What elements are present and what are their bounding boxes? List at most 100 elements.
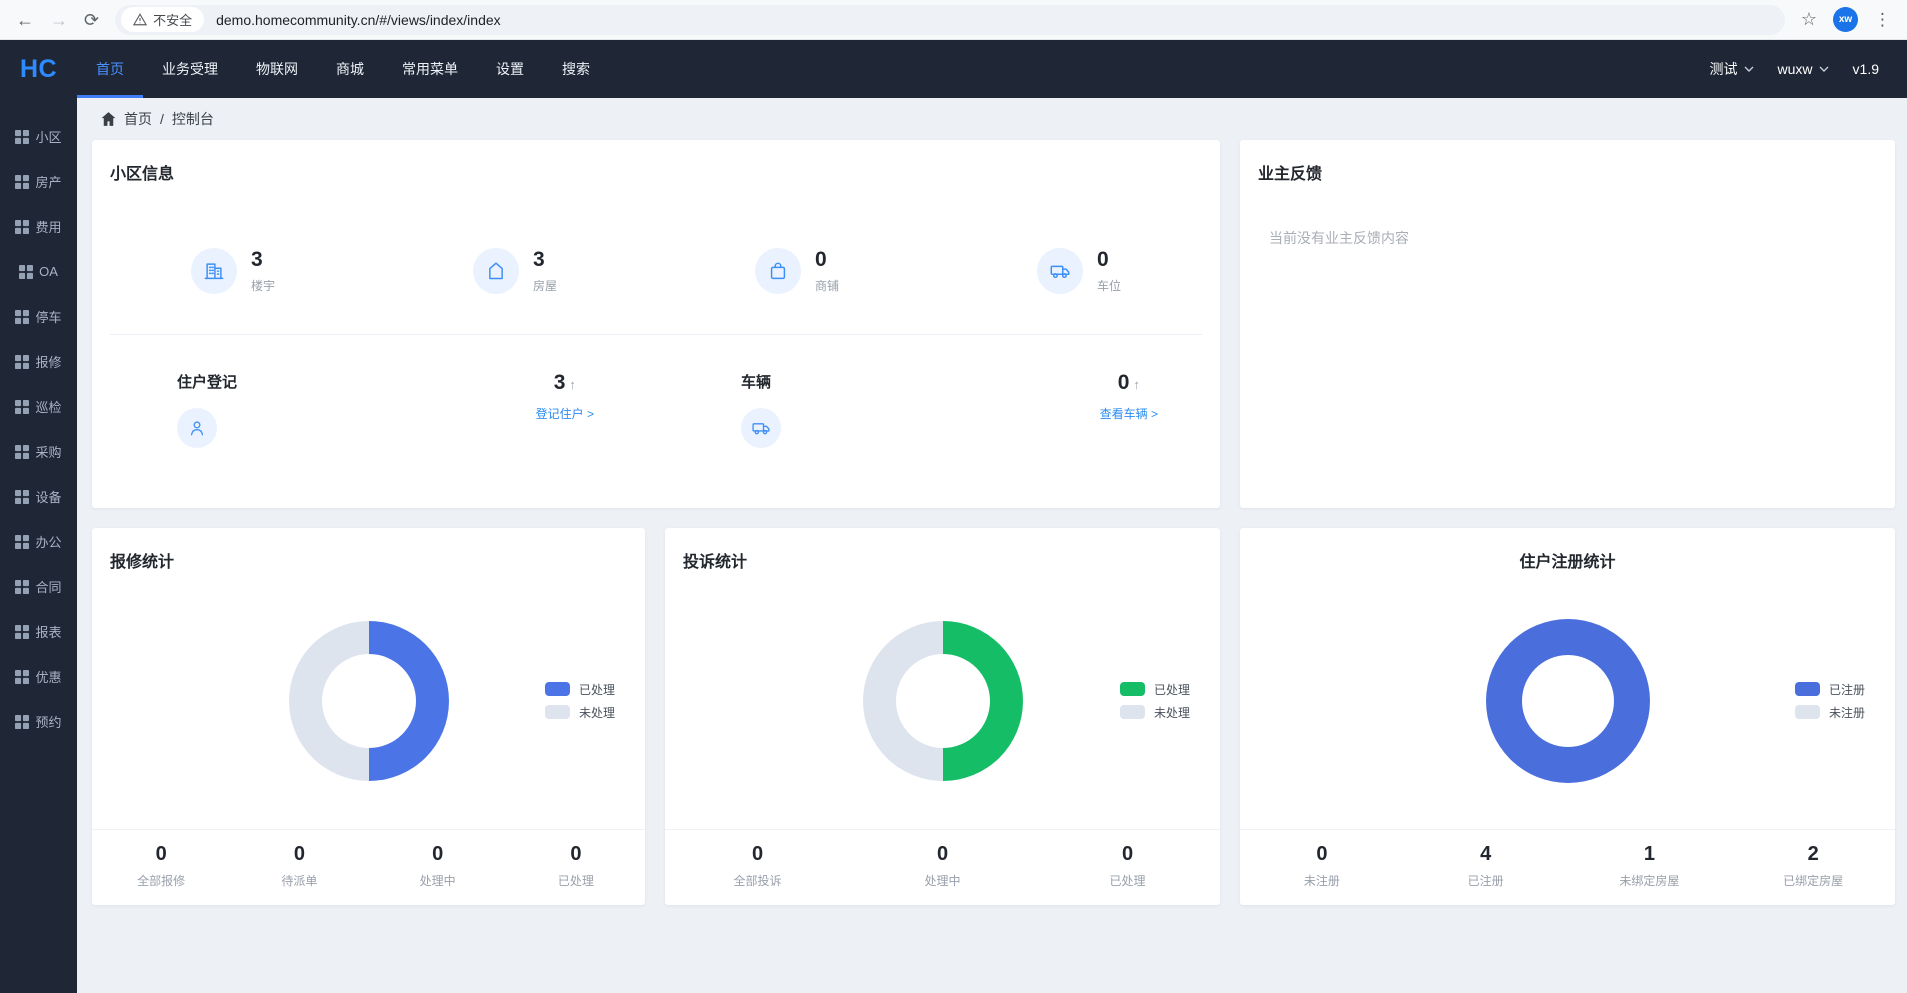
chart-title: 住户注册统计 <box>1240 528 1895 572</box>
card-title: 业主反馈 <box>1240 140 1895 184</box>
stat-value: 3 <box>251 248 275 272</box>
legend-item-processed[interactable]: 已处理 <box>545 681 615 698</box>
panel-title: 住户登记 <box>177 371 237 392</box>
vehicles-panel: 车辆 0↑ 查看车辆 > <box>656 371 1220 448</box>
owner-feedback-card: 业主反馈 当前没有业主反馈内容 <box>1240 140 1895 508</box>
stat-value: 3 <box>533 248 557 272</box>
sidebar-item-reservation[interactable]: 预约 <box>0 699 77 744</box>
sidebar: 小区 房产 费用 OA 停车 报修 巡检 采购 设备 办公 合同 报表 优惠 预… <box>0 98 77 993</box>
grid-icon <box>15 400 29 414</box>
chevron-down-icon <box>1744 66 1754 72</box>
breadcrumb-current: 控制台 <box>172 109 214 129</box>
sidebar-item-discount[interactable]: 优惠 <box>0 654 77 699</box>
stat-unbound-house: 1未绑定房屋 <box>1568 843 1732 889</box>
nav-item-iot[interactable]: 物联网 <box>237 40 317 98</box>
chart-area: 已处理 未处理 <box>665 572 1220 829</box>
env-dropdown[interactable]: 测试 <box>1710 59 1754 79</box>
sidebar-item-parking[interactable]: 停车 <box>0 294 77 339</box>
sidebar-item-office[interactable]: 办公 <box>0 519 77 564</box>
register-donut-chart <box>1486 619 1650 783</box>
stat-houses: 3 房屋 <box>374 248 656 294</box>
community-stats: 3 楼宇 3 房屋 0 商铺 <box>92 248 1220 294</box>
grid-icon <box>15 175 29 189</box>
stat-value: 0 <box>815 248 839 272</box>
legend-item-unprocessed[interactable]: 未处理 <box>1120 704 1190 721</box>
nav-item-search[interactable]: 搜索 <box>543 40 609 98</box>
forward-icon[interactable]: → <box>50 11 68 29</box>
chart-legend: 已处理 未处理 <box>545 675 615 727</box>
grid-icon <box>15 445 29 459</box>
nav-menu: 首页 业务受理 物联网 商城 常用菜单 设置 搜索 <box>77 40 609 98</box>
sidebar-item-contract[interactable]: 合同 <box>0 564 77 609</box>
top-navbar: HC 首页 业务受理 物联网 商城 常用菜单 设置 搜索 测试 wuxw v1.… <box>0 40 1907 98</box>
back-icon[interactable]: ← <box>16 11 34 29</box>
bookmark-star-icon[interactable]: ☆ <box>1801 9 1817 30</box>
divider <box>110 334 1202 335</box>
nav-item-settings[interactable]: 设置 <box>477 40 543 98</box>
legend-swatch <box>1120 705 1145 719</box>
security-chip[interactable]: 不安全 <box>121 7 204 32</box>
sidebar-item-inspection[interactable]: 巡检 <box>0 384 77 429</box>
legend-item-registered[interactable]: 已注册 <box>1795 681 1865 698</box>
grid-icon <box>15 715 29 729</box>
repair-donut-chart <box>289 621 449 781</box>
grid-icon <box>15 355 29 369</box>
feedback-empty-text: 当前没有业主反馈内容 <box>1269 228 1895 248</box>
nav-item-mall[interactable]: 商城 <box>317 40 383 98</box>
legend-swatch <box>1120 682 1145 696</box>
panel-value: 0↑ <box>1100 371 1158 395</box>
sidebar-item-fees[interactable]: 费用 <box>0 204 77 249</box>
app-logo[interactable]: HC <box>0 40 77 98</box>
sidebar-item-community[interactable]: 小区 <box>0 114 77 159</box>
breadcrumb-separator: / <box>160 111 164 127</box>
browser-avatar[interactable]: xw <box>1833 7 1858 32</box>
panel-title: 车辆 <box>741 371 781 392</box>
user-dropdown[interactable]: wuxw <box>1778 61 1829 77</box>
truck-icon <box>751 418 771 438</box>
sidebar-item-purchase[interactable]: 采购 <box>0 429 77 474</box>
nav-item-home[interactable]: 首页 <box>77 40 143 98</box>
stat-parking-spaces: 0 车位 <box>938 248 1220 294</box>
sidebar-item-report[interactable]: 报表 <box>0 609 77 654</box>
breadcrumb-home[interactable]: 首页 <box>124 109 152 129</box>
legend-item-unregistered[interactable]: 未注册 <box>1795 704 1865 721</box>
grid-icon <box>15 535 29 549</box>
address-bar[interactable]: 不安全 demo.homecommunity.cn/#/views/index/… <box>115 5 1785 35</box>
panel-value: 3↑ <box>536 371 594 395</box>
sidebar-item-equipment[interactable]: 设备 <box>0 474 77 519</box>
navbar-right: 测试 wuxw v1.9 <box>1710 40 1907 98</box>
register-residents-link[interactable]: 登记住户 > <box>536 405 594 422</box>
stat-processed: 0已处理 <box>507 843 645 889</box>
nav-item-business[interactable]: 业务受理 <box>143 40 237 98</box>
sidebar-item-property[interactable]: 房产 <box>0 159 77 204</box>
env-label: 测试 <box>1710 59 1738 79</box>
grid-icon <box>19 265 33 279</box>
person-icon <box>187 418 207 438</box>
reload-icon[interactable]: ⟳ <box>84 11 99 29</box>
sidebar-item-repair[interactable]: 报修 <box>0 339 77 384</box>
security-label: 不安全 <box>153 10 192 29</box>
url-text[interactable]: demo.homecommunity.cn/#/views/index/inde… <box>216 12 501 28</box>
stat-buildings: 3 楼宇 <box>92 248 374 294</box>
legend-swatch <box>1795 682 1820 696</box>
stat-total-complaints: 0全部投诉 <box>665 843 850 889</box>
view-vehicles-link[interactable]: 查看车辆 > <box>1100 405 1158 422</box>
legend-item-processed[interactable]: 已处理 <box>1120 681 1190 698</box>
home-icon <box>101 112 116 126</box>
registration-row: 住户登记 3↑ 登记住户 > 车辆 <box>92 371 1220 448</box>
chart-stats-row: 0未注册 4已注册 1未绑定房屋 2已绑定房屋 <box>1240 829 1895 905</box>
chart-legend: 已注册 未注册 <box>1795 675 1865 727</box>
chart-stats-row: 0全部投诉 0处理中 0已处理 <box>665 829 1220 905</box>
chart-area: 已注册 未注册 <box>1240 572 1895 829</box>
stat-label: 楼宇 <box>251 277 275 294</box>
grid-icon <box>15 220 29 234</box>
building-icon <box>203 260 225 282</box>
warning-icon <box>133 13 147 26</box>
main-content: 首页 / 控制台 小区信息 3 楼宇 <box>77 98 1907 993</box>
grid-icon <box>15 490 29 504</box>
stat-bound-house: 2已绑定房屋 <box>1731 843 1895 889</box>
browser-menu-icon[interactable]: ⋮ <box>1874 10 1891 30</box>
legend-item-unprocessed[interactable]: 未处理 <box>545 704 615 721</box>
nav-item-common-menu[interactable]: 常用菜单 <box>383 40 477 98</box>
sidebar-item-oa[interactable]: OA <box>0 249 77 294</box>
